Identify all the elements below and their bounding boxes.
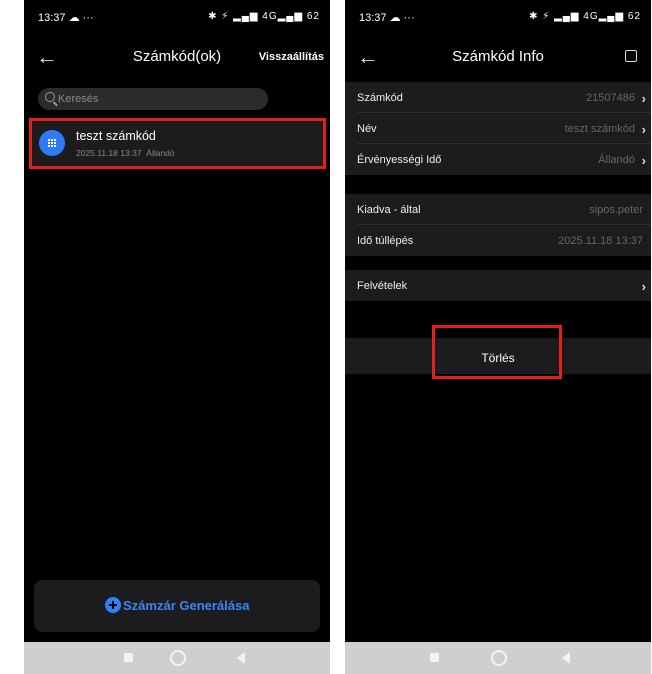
- header: ← Számkód(ok) Visszaállítás: [24, 40, 330, 76]
- row-issued-by: Kiadva - által sipos.peter: [345, 194, 651, 225]
- generate-code-button[interactable]: Számzár Generálása: [34, 580, 320, 632]
- reset-button[interactable]: Visszaállítás: [259, 51, 324, 63]
- highlight-box: [29, 118, 326, 169]
- row-label: Kiadva - által: [357, 204, 421, 216]
- header: ← Számkód Info: [345, 40, 651, 76]
- row-label: Számkód: [357, 92, 403, 104]
- recents-icon[interactable]: [124, 653, 133, 662]
- search-icon: [45, 92, 55, 102]
- generate-label: Számzár Generálása: [123, 598, 250, 613]
- code-info-screen: 13:37 ☁ ··· ✱ ⚡ ▂▄▆ 4G▂▄▆ 62 ← Számkód I…: [345, 0, 651, 674]
- row-value: 21507486: [586, 92, 635, 104]
- status-bar: 13:37 ☁ ··· ✱ ⚡ ▂▄▆ 4G▂▄▆ 62: [345, 0, 651, 36]
- row-validity[interactable]: Érvényességi Idő Állandó ›: [345, 144, 651, 175]
- recents-icon[interactable]: [430, 653, 439, 662]
- row-label: Név: [357, 123, 377, 135]
- row-label: Érvényességi Idő: [357, 154, 442, 166]
- home-icon[interactable]: [491, 650, 507, 666]
- back-icon[interactable]: [562, 652, 570, 664]
- back-icon[interactable]: [237, 652, 245, 664]
- home-icon[interactable]: [170, 650, 186, 666]
- highlight-box: [432, 325, 562, 379]
- search-input[interactable]: Keresés: [38, 88, 268, 110]
- row-value: Állandó: [598, 154, 635, 166]
- system-nav-bar: [345, 642, 651, 674]
- share-icon[interactable]: [625, 50, 637, 62]
- chevron-right-icon: ›: [641, 153, 646, 168]
- row-name[interactable]: Név teszt számkód ›: [345, 113, 651, 144]
- system-nav-bar: [24, 642, 330, 674]
- page-title: Számkód Info: [452, 48, 544, 65]
- row-label: Idő túllépés: [357, 235, 414, 247]
- chevron-right-icon: ›: [641, 279, 646, 294]
- search-placeholder: Keresés: [58, 93, 99, 105]
- info-group-issue: Kiadva - által sipos.peter Idő túllépés …: [345, 194, 651, 256]
- status-bar: 13:37 ☁ ··· ✱ ⚡ ▂▄▆ 4G▂▄▆ 62: [24, 0, 330, 36]
- row-code[interactable]: Számkód 21507486 ›: [345, 82, 651, 113]
- chevron-right-icon: ›: [641, 91, 646, 106]
- info-group-code: Számkód 21507486 › Név teszt számkód › É…: [345, 82, 651, 175]
- row-recordings[interactable]: Felvételek ›: [345, 270, 651, 301]
- status-icons: ✱ ⚡ ▂▄▆ 4G▂▄▆ 62: [529, 11, 641, 22]
- info-group-recordings: Felvételek ›: [345, 270, 651, 301]
- row-value: 2025.11.18 13:37: [558, 235, 643, 247]
- row-value: teszt számkód: [564, 123, 635, 135]
- status-time: 13:37 ☁ ···: [359, 12, 415, 24]
- row-timeout: Idő túllépés 2025.11.18 13:37: [345, 225, 651, 256]
- status-time: 13:37 ☁ ···: [38, 12, 94, 24]
- plus-icon: [105, 597, 121, 613]
- codes-list-screen: 13:37 ☁ ··· ✱ ⚡ ▂▄▆ 4G▂▄▆ 62 ← Számkód(o…: [24, 0, 330, 674]
- row-label: Felvételek: [357, 280, 408, 292]
- row-value: sipos.peter: [589, 204, 643, 216]
- chevron-right-icon: ›: [641, 122, 646, 137]
- status-icons: ✱ ⚡ ▂▄▆ 4G▂▄▆ 62: [208, 11, 320, 22]
